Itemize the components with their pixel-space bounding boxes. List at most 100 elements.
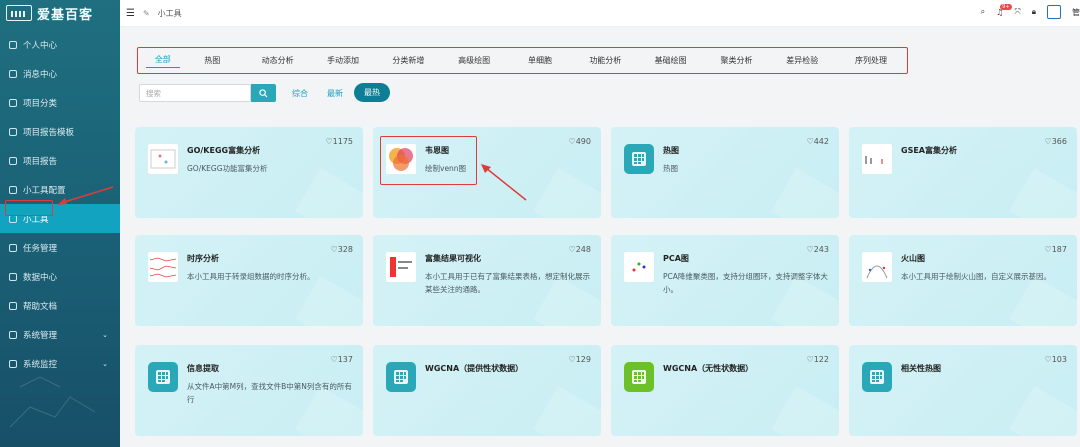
sidebar-item-icon	[9, 243, 17, 252]
card-title: 火山图	[901, 254, 925, 263]
like-count-value: 243	[813, 245, 829, 254]
sidebar-item-7[interactable]: 任务管理	[0, 233, 120, 262]
like-count[interactable]: ♡187	[1045, 245, 1067, 254]
card-title: GSEA富集分析	[901, 146, 957, 155]
filter-comprehensive[interactable]: 综合	[292, 88, 308, 99]
main-content: 全部 热图 动态分析 手动添加 分类新增 高级绘图 单细胞 功能分析 基础绘图 聚类分析 差异检验序…	[120, 27, 1080, 447]
sidebar-item-label: 项目分类	[23, 98, 58, 109]
fullscreen-icon[interactable]: ⤧	[1014, 7, 1020, 17]
tool-card[interactable]: ♡366 GSEA富集分析	[849, 127, 1077, 218]
tool-card[interactable]: ♡328 时序分析 本小工具用于转录组数据的时序分析。	[135, 235, 363, 326]
search-icon[interactable]: ⌕	[981, 7, 985, 17]
tool-card[interactable]: ♡137 信息提取从文件A中第M列，查找文件B中第N列含有的所有行	[135, 345, 363, 436]
tab-1[interactable]: 热图	[180, 55, 245, 66]
sidebar-item-4[interactable]: 项目报告	[0, 146, 120, 175]
tab-6[interactable]: 单细胞	[507, 55, 572, 66]
like-count-value: 490	[575, 137, 591, 146]
like-count[interactable]: ♡366	[1045, 137, 1067, 146]
gsea-thumb-icon	[865, 156, 883, 164]
tab-2[interactable]: 动态分析	[245, 55, 310, 66]
bell-icon[interactable]: ♫ 9+	[996, 3, 1012, 17]
tool-card[interactable]: ♡129 WGCNA（提供性状数据）	[373, 345, 601, 436]
tab-5[interactable]: 高级绘图	[441, 55, 507, 66]
tab-10[interactable]: 差异检验	[770, 55, 835, 66]
card-title: 信息提取	[187, 364, 219, 373]
sidebar-item-0[interactable]: 个人中心	[0, 30, 120, 59]
heart-icon: ♡	[330, 245, 338, 254]
sidebar-item-1[interactable]: 消息中心	[0, 59, 120, 88]
like-count[interactable]: ♡1175	[325, 137, 353, 146]
search-input[interactable]: 搜索	[139, 84, 251, 102]
like-count[interactable]: ♡442	[807, 137, 829, 146]
card-thumb	[148, 362, 178, 392]
heart-icon: ♡	[806, 137, 814, 146]
enrich-thumb-icon	[390, 257, 412, 277]
card-thumb	[862, 252, 892, 282]
sidebar-item-icon	[9, 272, 17, 281]
tab-3[interactable]: 手动添加	[310, 55, 375, 66]
sidebar-item-8[interactable]: 数据中心	[0, 262, 120, 291]
user-name[interactable]: 管	[1072, 7, 1080, 18]
like-count-value: 248	[575, 245, 591, 254]
highlight-box-venn	[380, 136, 477, 185]
lock-icon[interactable]: 🔒︎	[1032, 7, 1036, 17]
tab-11[interactable]: 序列处理	[835, 55, 907, 66]
search-button[interactable]	[251, 84, 276, 102]
annotation-arrow-sidebar	[57, 186, 114, 205]
tool-card[interactable]: ♡187 火山图 本小工具用于绘制火山图，自定义展示基因。	[849, 235, 1077, 326]
heart-icon: ♡	[568, 137, 576, 146]
card-desc: 本小工具用于转录组数据的时序分析。	[187, 272, 315, 281]
like-count[interactable]: ♡328	[331, 245, 353, 254]
grid-icon	[148, 362, 178, 392]
like-count-value: 366	[1051, 137, 1067, 146]
card-thumb	[862, 362, 892, 392]
like-count[interactable]: ♡248	[569, 245, 591, 254]
decor-molecule	[9, 376, 96, 428]
tab-0[interactable]: 全部	[146, 54, 180, 68]
tab-8[interactable]: 基础绘图	[638, 55, 703, 66]
card-thumb	[148, 144, 178, 174]
card-title: 相关性热图	[901, 364, 941, 373]
sidebar-item-label: 项目报告模板	[23, 127, 75, 138]
heart-icon: ♡	[1044, 137, 1052, 146]
tool-card[interactable]: ♡243 PCA图 PCA降维聚类图，支持分组圈环，支持调整字体大小。	[611, 235, 839, 326]
like-count-value: 137	[337, 355, 353, 364]
heart-icon: ♡	[568, 355, 576, 364]
sidebar-item-2[interactable]: 项目分类	[0, 88, 120, 117]
sidebar-item-label: 项目报告	[23, 156, 58, 167]
grid-icon	[862, 362, 892, 392]
topbar: ☰ ✎ 小工具 ⌕ ♫ 9+ ⤧ 🔒︎ 管	[120, 0, 1080, 27]
tool-card[interactable]: ♡1175 GO/KEGG富集分析 GO/KEGG功能富集分析	[135, 127, 363, 218]
tool-card[interactable]: ♡442 热图 热图	[611, 127, 839, 218]
filter-latest[interactable]: 最新	[327, 88, 343, 99]
tab-4[interactable]: 分类新增	[376, 55, 441, 66]
breadcrumb[interactable]: 小工具	[158, 8, 182, 19]
volcano-thumb-icon	[866, 265, 888, 279]
sidebar-item-label: 个人中心	[23, 40, 58, 51]
category-tabs: 全部 热图 动态分析 手动添加 分类新增 高级绘图 单细胞 功能分析 基础绘图 聚类分析 差异检验序…	[137, 47, 908, 74]
tool-card[interactable]: ♡248 富集结果可视化 本小工具用于已有了富集结果表格，想定制化展示某些关注的通路…	[373, 235, 601, 326]
like-count-value: 1175	[332, 137, 353, 146]
sidebar-item-9[interactable]: 帮助文档	[0, 291, 120, 320]
like-count[interactable]: ♡490	[569, 137, 591, 146]
sidebar-item-3[interactable]: 项目报告模板	[0, 117, 120, 146]
like-count[interactable]: ♡137	[331, 355, 353, 364]
tool-card[interactable]: ♡103 相关性热图	[849, 345, 1077, 436]
menu-toggle-icon[interactable]: ☰	[126, 8, 135, 19]
card-desc: 从文件A中第M列，查找文件B中第N列含有的所有行	[187, 382, 352, 404]
avatar[interactable]	[1047, 5, 1061, 19]
like-count[interactable]: ♡103	[1045, 355, 1067, 364]
pca-thumb-icon	[632, 262, 646, 272]
timeseries-thumb-icon	[149, 257, 177, 278]
search-icon	[259, 88, 268, 98]
tab-9[interactable]: 聚类分析	[703, 55, 769, 66]
tab-7[interactable]: 功能分析	[573, 55, 638, 66]
heart-icon: ♡	[325, 137, 333, 146]
tool-card[interactable]: ♡122 WGCNA（无性状数据）	[611, 345, 839, 436]
like-count[interactable]: ♡122	[807, 355, 829, 364]
card-thumb	[386, 362, 416, 392]
filter-hottest[interactable]: 最热	[354, 83, 390, 102]
like-count[interactable]: ♡243	[807, 245, 829, 254]
notification-badge: 9+	[1000, 3, 1012, 10]
like-count[interactable]: ♡129	[569, 355, 591, 364]
